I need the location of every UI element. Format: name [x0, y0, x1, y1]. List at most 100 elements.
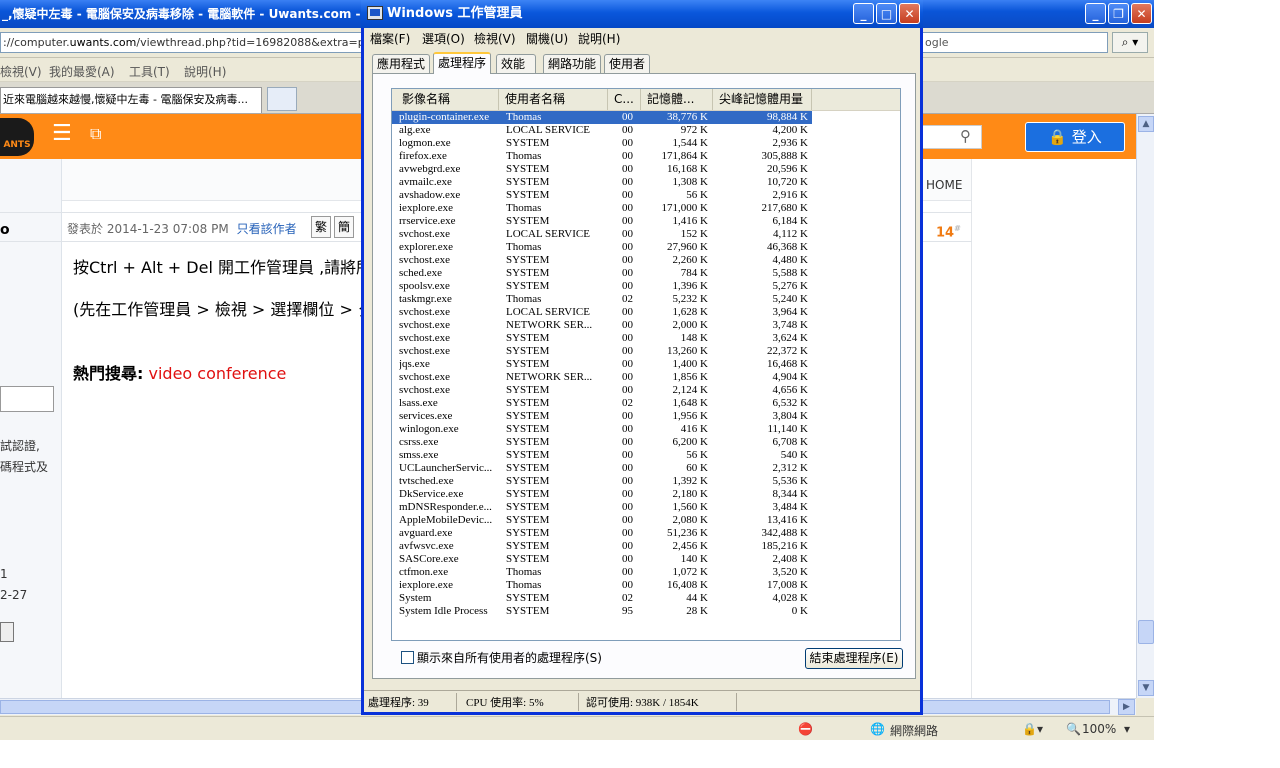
search-icon[interactable]: ⚲ [960, 127, 971, 145]
process-memory: 152 K [680, 228, 708, 240]
process-row[interactable]: System SYSTEM 02 44 K 4,028 K [392, 592, 900, 605]
maximize-icon[interactable]: □ [876, 3, 897, 24]
show-all-users-checkbox[interactable]: 顯示來自所有使用者的處理程序(S) [401, 649, 602, 666]
process-row[interactable]: svchost.exe LOCAL SERVICE 00 152 K 4,112 K [392, 228, 900, 241]
process-row[interactable]: avshadow.exe SYSTEM 00 56 K 2,916 K [392, 189, 900, 202]
process-row[interactable]: System Idle Process SYSTEM 95 28 K 0 K [392, 605, 900, 618]
search-go-icon[interactable]: ⌕ ▾ [1112, 32, 1148, 53]
checkbox-icon[interactable] [401, 651, 414, 664]
menu-favorites[interactable]: 我的最愛(A) [49, 63, 115, 80]
process-row[interactable]: mDNSResponder.e... SYSTEM 00 1,560 K 3,484 K [392, 501, 900, 514]
scroll-right-icon[interactable]: ▶ [1118, 699, 1135, 715]
process-row[interactable]: jqs.exe SYSTEM 00 1,400 K 16,468 K [392, 358, 900, 371]
process-image-name: svchost.exe [399, 345, 451, 357]
protected-mode-icon[interactable]: 🔒▾ [1022, 722, 1043, 736]
tab-networking[interactable]: 網路功能 [543, 54, 602, 73]
end-process-button[interactable]: 結束處理程序(E) [805, 648, 903, 669]
login-button[interactable]: 🔒 登入 [1025, 122, 1125, 152]
process-row[interactable]: svchost.exe NETWORK SER... 00 2,000 K 3,748 … [392, 319, 900, 332]
process-row[interactable]: DkService.exe SYSTEM 00 2,180 K 8,344 K [392, 488, 900, 501]
author-only-link[interactable]: 只看該作者 [237, 222, 297, 236]
home-link[interactable]: HOME [926, 178, 962, 192]
process-row[interactable]: spoolsv.exe SYSTEM 00 1,396 K 5,276 K [392, 280, 900, 293]
process-image-name: plugin-container.exe [399, 111, 490, 123]
process-row[interactable]: svchost.exe LOCAL SERVICE 00 1,628 K 3,964 K [392, 306, 900, 319]
process-row[interactable]: svchost.exe SYSTEM 00 13,260 K 22,372 K [392, 345, 900, 358]
process-row[interactable]: UCLauncherServic... SYSTEM 00 60 K 2,312 K [392, 462, 900, 475]
process-row[interactable]: sched.exe SYSTEM 00 784 K 5,588 K [392, 267, 900, 280]
tab-performance[interactable]: 效能 [496, 54, 536, 73]
menu-file[interactable]: 檔案(F) [370, 30, 410, 47]
column-image-name[interactable]: 影像名稱 [392, 89, 499, 110]
process-row[interactable]: iexplore.exe Thomas 00 16,408 K 17,008 K [392, 579, 900, 592]
menu-view[interactable]: 檢視(V) [0, 63, 42, 80]
process-memory: 2,260 K [672, 254, 708, 266]
process-row[interactable]: avwebgrd.exe SYSTEM 00 16,168 K 20,596 K [392, 163, 900, 176]
tab-applications[interactable]: 應用程式 [372, 54, 431, 73]
process-row[interactable]: svchost.exe SYSTEM 00 2,124 K 4,656 K [392, 384, 900, 397]
process-row[interactable]: tvtsched.exe SYSTEM 00 1,392 K 5,536 K [392, 475, 900, 488]
menu-options[interactable]: 選項(O) [422, 30, 465, 47]
tab-processes[interactable]: 處理程序 [433, 52, 492, 74]
hot-search-link[interactable]: video conference [149, 364, 287, 383]
process-row[interactable]: taskmgr.exe Thomas 02 5,232 K 5,240 K [392, 293, 900, 306]
process-row[interactable]: avguard.exe SYSTEM 00 51,236 K 342,488 K [392, 527, 900, 540]
process-row[interactable]: firefox.exe Thomas 00 171,864 K 305,888 K [392, 150, 900, 163]
process-row[interactable]: rrservice.exe SYSTEM 00 1,416 K 6,184 K [392, 215, 900, 228]
restore-icon[interactable]: ❐ [1108, 3, 1129, 24]
column-peak-memory[interactable]: 尖峰記憶體用量 [713, 89, 812, 110]
task-manager-titlebar[interactable]: Windows 工作管理員 _ □ ✕ [361, 0, 923, 28]
process-row[interactable]: svchost.exe NETWORK SER... 00 1,856 K 4,904 … [392, 371, 900, 384]
left-input[interactable] [0, 386, 54, 412]
minimize-icon[interactable]: _ [1085, 3, 1106, 24]
site-search-input[interactable] [922, 125, 982, 149]
new-tab-button[interactable] [267, 87, 297, 111]
close-icon[interactable]: ✕ [899, 3, 920, 24]
process-row[interactable]: logmon.exe SYSTEM 00 1,544 K 2,936 K [392, 137, 900, 150]
process-row[interactable]: AppleMobileDevic... SYSTEM 00 2,080 K 13,416… [392, 514, 900, 527]
scroll-thumb[interactable] [1138, 620, 1154, 644]
traditional-button[interactable]: 繁 [311, 216, 331, 238]
process-row[interactable]: svchost.exe SYSTEM 00 2,260 K 4,480 K [392, 254, 900, 267]
scroll-up-icon[interactable]: ▲ [1138, 116, 1154, 132]
menu-help[interactable]: 說明(H) [184, 63, 226, 80]
scroll-down-icon[interactable]: ▼ [1138, 680, 1154, 696]
process-row[interactable]: smss.exe SYSTEM 00 56 K 540 K [392, 449, 900, 462]
process-row[interactable]: ctfmon.exe Thomas 00 1,072 K 3,520 K [392, 566, 900, 579]
close-icon[interactable]: ✕ [1131, 3, 1152, 24]
left-number: 1 [0, 567, 8, 581]
process-row[interactable]: avmailc.exe SYSTEM 00 1,308 K 10,720 K [392, 176, 900, 189]
window-grid-icon[interactable]: ⧉ [90, 125, 101, 143]
process-row[interactable]: alg.exe LOCAL SERVICE 00 972 K 4,200 K [392, 124, 900, 137]
menu-shutdown[interactable]: 關機(U) [526, 30, 568, 47]
left-button[interactable] [0, 622, 14, 642]
column-memory[interactable]: 記憶體... [641, 89, 713, 110]
process-row[interactable]: lsass.exe SYSTEM 02 1,648 K 6,532 K [392, 397, 900, 410]
simplified-button[interactable]: 簡 [334, 216, 354, 238]
tab-users[interactable]: 使用者 [604, 54, 651, 73]
hamburger-menu-icon[interactable]: ☰ [52, 123, 72, 145]
menu-tools[interactable]: 工具(T) [129, 63, 170, 80]
menu-view[interactable]: 檢視(V) [474, 30, 516, 47]
process-row[interactable]: services.exe SYSTEM 00 1,956 K 3,804 K [392, 410, 900, 423]
zoom-level[interactable]: 100% [1082, 722, 1116, 736]
process-row[interactable]: iexplore.exe Thomas 00 171,000 K 217,680 K [392, 202, 900, 215]
process-list[interactable]: 影像名稱 使用者名稱 C... 記憶體... 尖峰記憶體用量 plugin-co… [391, 88, 901, 641]
site-logo[interactable]: ANTS [0, 118, 34, 156]
menu-help[interactable]: 說明(H) [578, 30, 620, 47]
monitor-icon [367, 6, 383, 20]
process-row[interactable]: winlogon.exe SYSTEM 00 416 K 11,140 K [392, 423, 900, 436]
zoom-dropdown-icon[interactable]: ▾ [1124, 722, 1130, 736]
process-row[interactable]: explorer.exe Thomas 00 27,960 K 46,368 K [392, 241, 900, 254]
process-row[interactable]: avfwsvc.exe SYSTEM 00 2,456 K 185,216 K [392, 540, 900, 553]
browser-tab-active[interactable]: 近來電腦越來越慢,懷疑中左毒 - 電腦保安及病毒... [0, 87, 262, 113]
column-user-name[interactable]: 使用者名稱 [499, 89, 608, 110]
process-row[interactable]: plugin-container.exe Thomas 00 38,776 K 98,8… [392, 111, 812, 124]
process-row[interactable]: SASCore.exe SYSTEM 00 140 K 2,408 K [392, 553, 900, 566]
zoom-icon[interactable]: 🔍 [1066, 722, 1081, 736]
minimize-icon[interactable]: _ [853, 3, 874, 24]
column-cpu[interactable]: C... [608, 89, 641, 110]
process-row[interactable]: svchost.exe SYSTEM 00 148 K 3,624 K [392, 332, 900, 345]
vertical-scrollbar[interactable]: ▲ ▼ [1136, 114, 1154, 698]
process-row[interactable]: csrss.exe SYSTEM 00 6,200 K 6,708 K [392, 436, 900, 449]
